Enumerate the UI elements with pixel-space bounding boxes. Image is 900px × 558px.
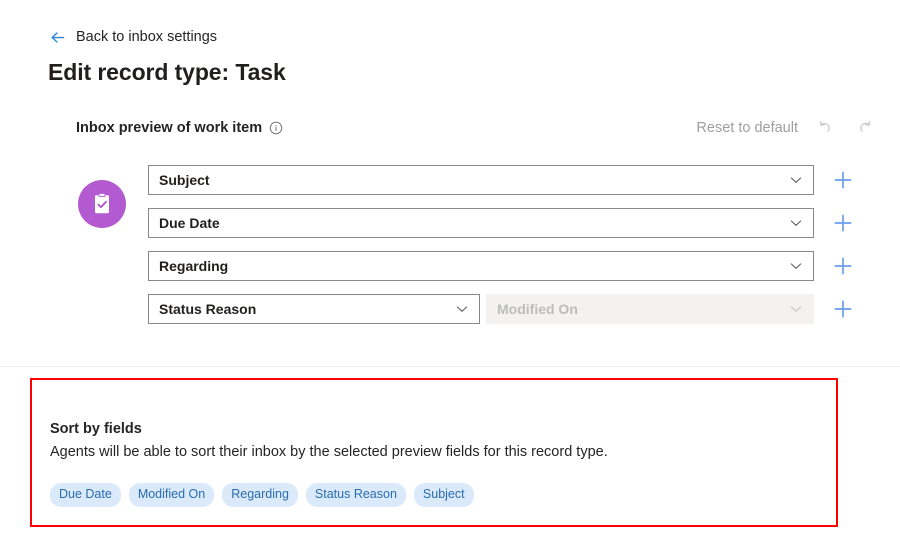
list-item[interactable]: Regarding — [222, 483, 298, 507]
sort-by-fields-section: Sort by fields Agents will be able to so… — [30, 378, 838, 527]
add-field-button-1[interactable] — [832, 169, 854, 191]
sort-field-chip-list: Due Date Modified On Regarding Status Re… — [50, 483, 822, 507]
sort-by-fields-description: Agents will be able to sort their inbox … — [50, 444, 608, 460]
list-item[interactable]: Due Date — [50, 483, 121, 507]
preview-section-header: Inbox preview of work item Reset to defa… — [76, 117, 874, 139]
chevron-down-icon — [790, 220, 802, 226]
chevron-down-icon — [790, 177, 802, 183]
table-row: Status Reason Modified On — [148, 294, 866, 324]
list-item[interactable]: Modified On — [128, 483, 215, 507]
preview-field-select-2[interactable]: Due Date — [148, 208, 814, 238]
info-icon[interactable] — [269, 121, 283, 135]
preview-field-value-2: Due Date — [159, 215, 220, 231]
reset-to-default-button[interactable]: Reset to default — [696, 120, 798, 136]
preview-field-select-4a[interactable]: Status Reason — [148, 294, 480, 324]
add-field-button-2[interactable] — [832, 212, 854, 234]
add-field-button-3[interactable] — [832, 255, 854, 277]
redo-icon[interactable] — [854, 118, 874, 138]
table-row: Subject — [148, 165, 866, 195]
table-row: Regarding — [148, 251, 866, 281]
add-field-button-4[interactable] — [832, 298, 854, 320]
section-divider — [0, 366, 900, 367]
page-title: Edit record type: Task — [48, 59, 286, 85]
undo-icon[interactable] — [816, 118, 836, 138]
chevron-down-icon — [790, 306, 802, 312]
preview-field-select-4b-disabled: Modified On — [486, 294, 814, 324]
preview-field-value-1: Subject — [159, 172, 210, 188]
list-item[interactable]: Status Reason — [305, 483, 406, 507]
preview-field-value-4b: Modified On — [497, 301, 578, 317]
table-row: Due Date — [148, 208, 866, 238]
preview-field-value-4a: Status Reason — [159, 301, 257, 317]
clipboard-check-glyph — [95, 192, 109, 214]
preview-field-select-3[interactable]: Regarding — [148, 251, 814, 281]
preview-field-value-3: Regarding — [159, 258, 229, 274]
preview-section-title: Inbox preview of work item — [76, 120, 263, 136]
inbox-preview-builder: Subject Due Date Regarding Status Reason… — [76, 165, 866, 345]
preview-field-select-1[interactable]: Subject — [148, 165, 814, 195]
arrow-left-icon — [51, 31, 65, 43]
back-link-label: Back to inbox settings — [76, 28, 218, 45]
preview-field-rows: Subject Due Date Regarding Status Reason… — [148, 165, 866, 337]
sort-by-fields-title: Sort by fields — [50, 421, 142, 437]
list-item[interactable]: Subject — [413, 483, 474, 507]
task-clipboard-icon — [78, 180, 126, 228]
chevron-down-icon — [790, 263, 802, 269]
chevron-down-icon — [456, 306, 468, 312]
back-to-inbox-settings-link[interactable]: Back to inbox settings — [48, 26, 217, 48]
